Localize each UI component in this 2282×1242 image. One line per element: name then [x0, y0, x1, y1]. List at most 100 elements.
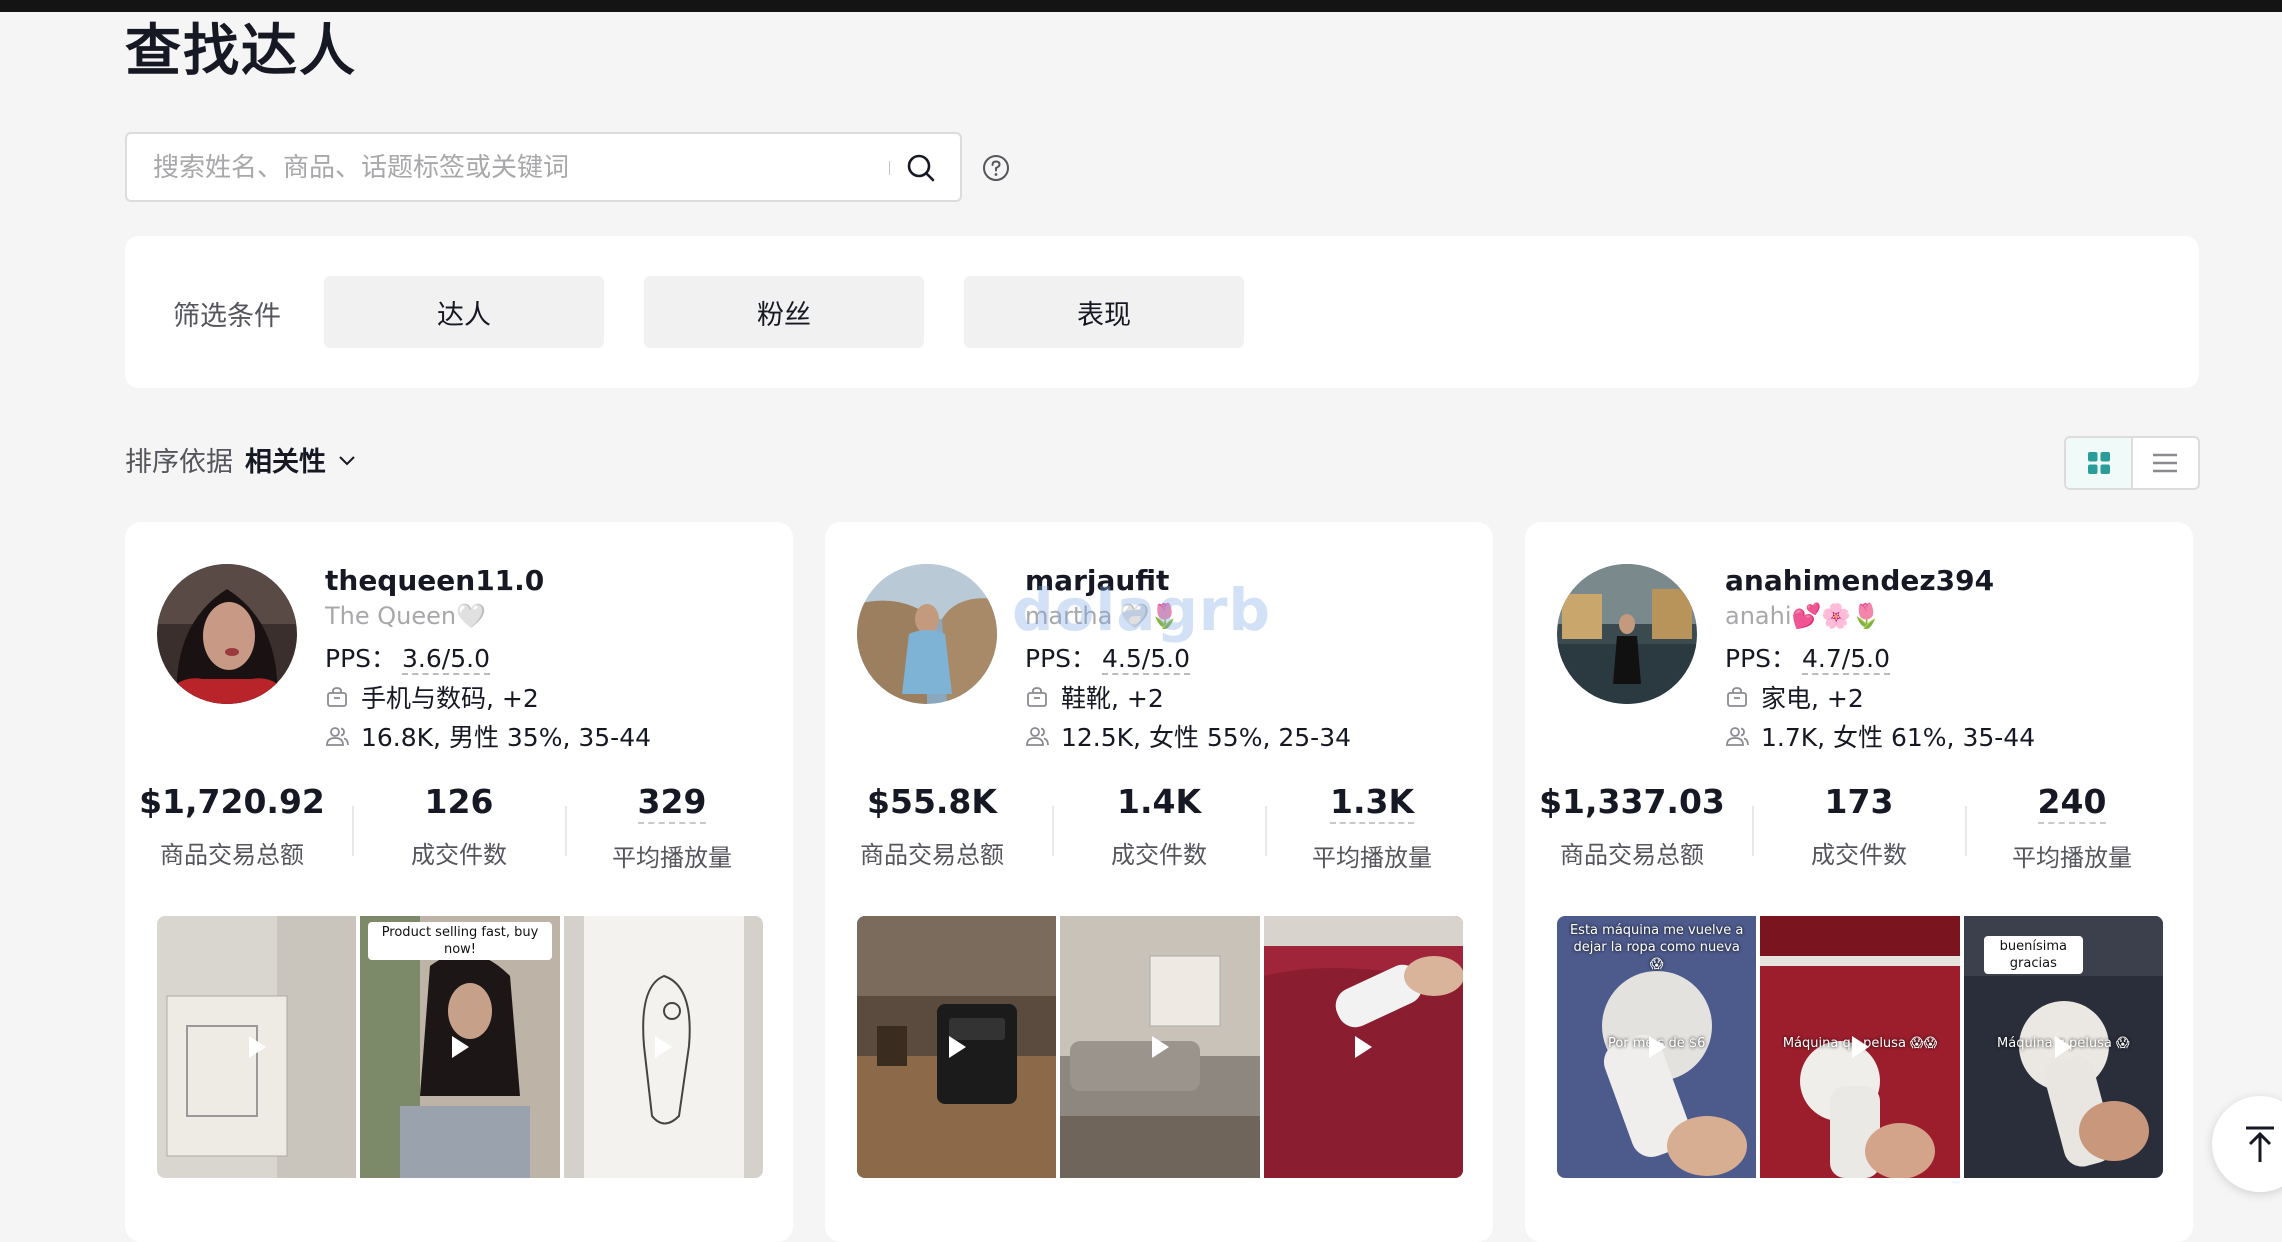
help-circle-icon[interactable]: [982, 154, 1010, 182]
avatar[interactable]: [857, 564, 997, 704]
gmv-value: $1,720.92: [139, 782, 325, 821]
play-icon: [948, 1036, 966, 1058]
back-to-top-button[interactable]: [2212, 1096, 2282, 1192]
gmv-label: 商品交易总额: [860, 841, 1004, 869]
list-view-button[interactable]: [2133, 438, 2198, 488]
video-thumbnail[interactable]: [1263, 916, 1463, 1178]
category-row: 鞋靴, +2: [1025, 679, 1164, 715]
gmv-value: $55.8K: [867, 782, 997, 821]
video-thumbnail[interactable]: [1060, 916, 1260, 1178]
units-sold-stat: 1.4K 成交件数: [1052, 782, 1266, 870]
grid-view-button[interactable]: [2066, 438, 2132, 488]
category-text: 家电, +2: [1761, 684, 1864, 713]
video-thumbnail[interactable]: Product selling fast, buy now!: [360, 916, 560, 1178]
list-icon: [2153, 453, 2178, 473]
thumbnail-caption: Product selling fast, buy now!: [368, 922, 552, 960]
thumbnail-caption: buenísima gracias: [1983, 936, 2083, 974]
pps-value: 4.5/5.0: [1102, 644, 1190, 675]
creator-nickname: anahi💕🌸🌷: [1725, 602, 1882, 630]
sort-dropdown[interactable]: 排序依据 相关性: [125, 440, 358, 479]
creator-card[interactable]: anahimendez394 anahi💕🌸🌷 PPS： 4.7/5.0 家电, …: [1525, 522, 2193, 1242]
play-icon: [1648, 1036, 1666, 1058]
avg-views-value: 329: [637, 782, 707, 824]
play-icon: [248, 1036, 266, 1058]
sort-value[interactable]: 相关性: [245, 440, 326, 479]
search-input[interactable]: [151, 134, 895, 202]
avatar[interactable]: [157, 564, 297, 704]
avg-views-stat: 329 平均播放量: [565, 782, 779, 873]
shopping-bag-icon: [327, 687, 347, 707]
pps-value: 4.7/5.0: [1802, 644, 1890, 675]
page-title: 查找达人: [125, 19, 357, 84]
pps-score: PPS： 3.6/5.0: [325, 639, 490, 675]
video-thumbnails: Product selling fast, buy now!: [157, 916, 763, 1178]
pps-value: 3.6/5.0: [402, 644, 490, 675]
video-thumbnail[interactable]: [857, 916, 1057, 1178]
avg-views-stat: 1.3K 平均播放量: [1265, 782, 1479, 873]
gmv-stat: $1,337.03 商品交易总额: [1525, 782, 1739, 870]
avg-views-value: 240: [2037, 782, 2107, 824]
users-icon: [1726, 727, 1749, 746]
stats-row: $1,720.92 商品交易总额 126 成交件数 329 平均播放量: [125, 782, 793, 882]
creator-handle[interactable]: anahimendez394: [1725, 564, 1994, 597]
audience-text: 12.5K, 女性 55%, 25-34: [1061, 723, 1352, 752]
play-icon: [451, 1036, 469, 1058]
audience-text: 1.7K, 女性 61%, 35-44: [1761, 723, 2036, 752]
video-thumbnail[interactable]: buenísima gracias Máquina q pelusa 😱: [1963, 916, 2163, 1178]
category-text: 鞋靴, +2: [1061, 684, 1164, 713]
units-sold-stat: 173 成交件数: [1752, 782, 1966, 870]
audience-row: 12.5K, 女性 55%, 25-34: [1025, 718, 1351, 754]
avg-views-value: 1.3K: [1329, 782, 1415, 824]
avatar[interactable]: [1557, 564, 1697, 704]
users-icon: [326, 727, 349, 746]
category-text: 手机与数码, +2: [361, 684, 539, 713]
pps-label: PPS：: [1025, 644, 1097, 673]
shopping-bag-icon: [1727, 687, 1747, 707]
audience-text: 16.8K, 男性 35%, 35-44: [361, 723, 652, 752]
audience-row: 16.8K, 男性 35%, 35-44: [325, 718, 651, 754]
audience-row: 1.7K, 女性 61%, 35-44: [1725, 718, 2035, 754]
play-icon: [1355, 1036, 1373, 1058]
avg-views-stat: 240 平均播放量: [1965, 782, 2179, 873]
chevron-down-icon: [339, 455, 355, 465]
video-thumbnail[interactable]: Máquina qu pelusa 😱😱: [1760, 916, 1960, 1178]
units-sold-value: 126: [424, 782, 494, 821]
creator-nickname: The Queen🤍: [325, 602, 486, 630]
video-thumbnails: Esta máquina me vuelve a dejar la ropa c…: [1557, 916, 2163, 1178]
play-icon: [1151, 1036, 1169, 1058]
filter-label: 筛选条件: [173, 301, 281, 332]
view-toggle: [2064, 436, 2200, 490]
video-thumbnail[interactable]: Esta máquina me vuelve a dejar la ropa c…: [1557, 916, 1757, 1178]
avg-views-label: 平均播放量: [2012, 844, 2132, 872]
search-icon[interactable]: [905, 152, 937, 184]
video-thumbnail[interactable]: [157, 916, 357, 1178]
filter-creator-button[interactable]: 达人: [324, 276, 604, 348]
stats-row: $1,337.03 商品交易总额 173 成交件数 240 平均播放量: [1525, 782, 2193, 882]
play-icon: [1851, 1036, 1869, 1058]
stats-row: $55.8K 商品交易总额 1.4K 成交件数 1.3K 平均播放量: [825, 782, 1493, 882]
thumbnail-caption: Esta máquina me vuelve a dejar la ropa c…: [1569, 923, 1744, 972]
top-bar: [0, 0, 2282, 12]
category-row: 手机与数码, +2: [325, 679, 539, 715]
creator-handle[interactable]: thequeen11.0: [325, 564, 544, 597]
pps-score: PPS： 4.5/5.0: [1025, 639, 1190, 675]
creator-card[interactable]: thequeen11.0 The Queen🤍 PPS： 3.6/5.0 手机与数…: [125, 522, 793, 1242]
search-divider: [889, 161, 890, 175]
units-sold-value: 173: [1824, 782, 1894, 821]
shopping-bag-icon: [1027, 687, 1047, 707]
gmv-value: $1,337.03: [1539, 782, 1725, 821]
filter-performance-button[interactable]: 表现: [964, 276, 1244, 348]
arrow-up-to-top-icon: [2246, 1126, 2274, 1162]
units-sold-value: 1.4K: [1116, 782, 1202, 821]
video-thumbnail[interactable]: [563, 916, 763, 1178]
filter-followers-button[interactable]: 粉丝: [644, 276, 924, 348]
category-row: 家电, +2: [1725, 679, 1864, 715]
sort-label: 排序依据: [125, 447, 233, 478]
gmv-stat: $55.8K 商品交易总额: [825, 782, 1039, 870]
search-box[interactable]: [125, 132, 962, 202]
units-sold-label: 成交件数: [1111, 841, 1207, 869]
avg-views-label: 平均播放量: [612, 844, 732, 872]
pps-label: PPS：: [1725, 644, 1797, 673]
watermark: dolagrb: [1012, 576, 1272, 644]
units-sold-stat: 126 成交件数: [352, 782, 566, 870]
